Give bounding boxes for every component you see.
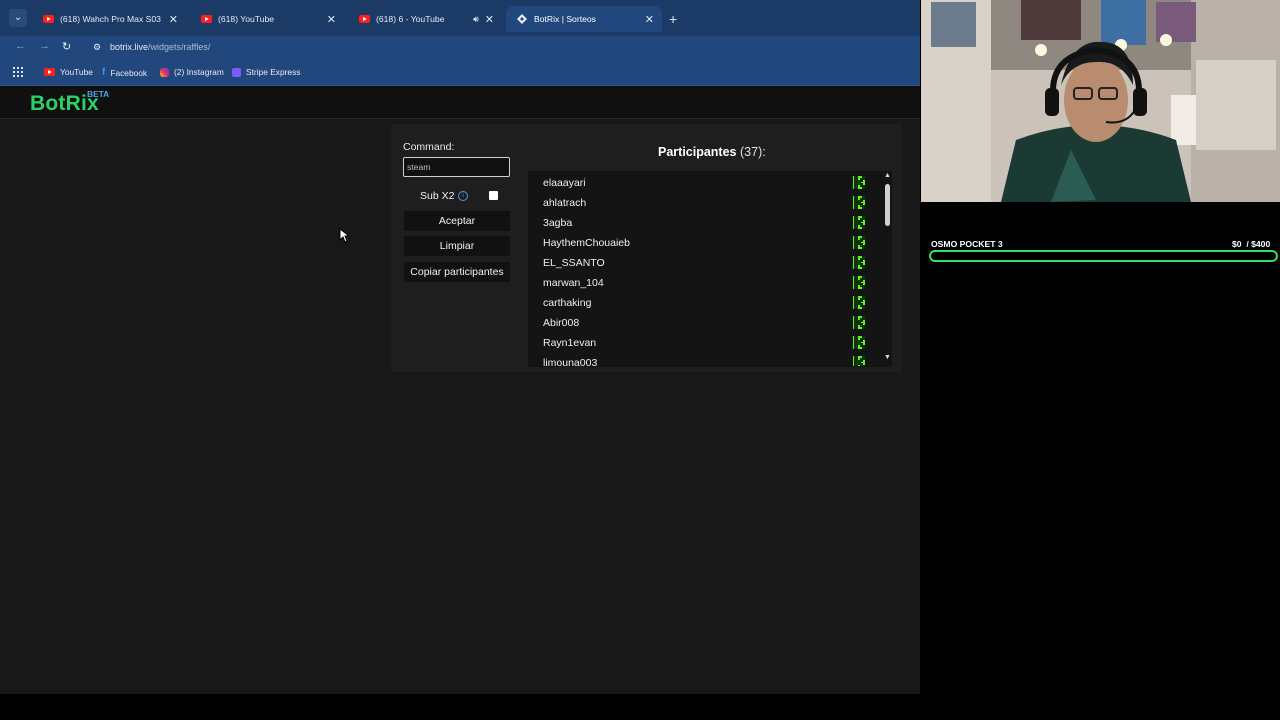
bookmark-label: Facebook: [110, 67, 148, 78]
bookmark-label: Stripe Express: [246, 67, 301, 77]
participants-heading: Participantes (37):: [658, 145, 766, 159]
sub-x2-checkbox[interactable]: [489, 191, 498, 200]
participant-name: limouna003: [543, 357, 598, 367]
close-icon[interactable]: ✕: [485, 13, 494, 26]
youtube-icon: [200, 13, 212, 25]
tab-search-button[interactable]: ⌄: [9, 9, 27, 27]
back-icon[interactable]: ←: [15, 40, 26, 52]
tab-youtube-6[interactable]: (618) 6 - YouTube 🔊︎ ✕: [348, 6, 502, 32]
participant-name: Rayn1evan: [543, 337, 597, 349]
participant-name: ahlatrach: [543, 197, 587, 209]
bookmark-facebook[interactable]: f Facebook: [102, 67, 147, 78]
participants-title: Participantes: [658, 145, 737, 159]
kick-icon: [853, 356, 865, 366]
address-bar[interactable]: botrix.live/widgets/raffles/: [110, 42, 210, 52]
kick-icon: [853, 276, 865, 289]
reload-icon[interactable]: ↻: [62, 40, 71, 53]
tab-title: (618) YouTube: [218, 14, 275, 24]
url-path: /widgets/raffles/: [148, 42, 211, 52]
new-tab-button[interactable]: +: [669, 11, 677, 27]
kick-icon: [853, 296, 865, 309]
bookmark-label: YouTube: [60, 67, 93, 77]
kick-icon: [853, 336, 865, 349]
participant-name: Abir008: [543, 317, 580, 329]
kick-icon: [853, 316, 865, 329]
browser-toolbar: ← → ↻ ⚙︎ botrix.live/widgets/raffles/: [0, 36, 920, 60]
tab-botrix-sorteos[interactable]: BotRix | Sorteos ✕: [506, 6, 662, 32]
command-input[interactable]: [403, 157, 510, 177]
beta-badge: BETA: [87, 89, 110, 99]
facebook-icon: f: [102, 67, 106, 78]
kick-icon: [853, 236, 865, 249]
bookmark-youtube[interactable]: YouTube: [44, 67, 93, 77]
tab-strip: ⌄ (618) Wahch Pro Max S03 Episo ✕ (618) …: [0, 0, 920, 36]
scroll-down-arrow[interactable]: ▼: [884, 354, 891, 361]
botrix-icon: [516, 13, 528, 25]
goal-title: OSMO POCKET 3: [931, 239, 1003, 249]
tab-title: (618) 6 - YouTube: [376, 14, 445, 24]
accept-button[interactable]: Aceptar: [404, 211, 510, 231]
participant-name: 3agba: [543, 217, 573, 229]
kick-icon: [853, 196, 865, 209]
kick-icon: [853, 256, 865, 269]
instagram-icon: [160, 67, 169, 77]
close-icon[interactable]: ✕: [169, 13, 178, 26]
info-icon[interactable]: i: [458, 191, 468, 201]
youtube-icon: [42, 13, 54, 25]
scroll-up-arrow[interactable]: ▲: [884, 172, 891, 179]
bookmarks-bar: YouTube f Facebook (2) Instagram Stripe …: [0, 60, 920, 86]
sub-x2-label: Sub X2: [420, 190, 455, 202]
forward-icon[interactable]: →: [39, 40, 50, 52]
copy-participants-button[interactable]: Copiar participantes: [404, 262, 510, 282]
tab-youtube-wahch[interactable]: (618) Wahch Pro Max S03 Episo ✕: [32, 6, 186, 32]
youtube-icon: [44, 68, 55, 76]
apps-grid-icon[interactable]: [13, 67, 23, 77]
tab-title: (618) Wahch Pro Max S03 Episo: [60, 14, 163, 24]
kick-icon: [853, 176, 865, 189]
speaker-icon[interactable]: 🔊︎: [473, 14, 479, 25]
close-icon[interactable]: ✕: [327, 13, 336, 26]
tab-youtube-home[interactable]: (618) YouTube ✕: [190, 6, 344, 32]
clear-button[interactable]: Limpiar: [404, 236, 510, 256]
participant-name: carthaking: [543, 297, 592, 309]
site-settings-icon[interactable]: ⚙︎: [93, 42, 101, 53]
command-label: Command:: [403, 141, 455, 153]
participant-name: EL_SSANTO: [543, 257, 605, 269]
webcam-feed: [921, 0, 1280, 202]
goal-progress-bar: [929, 250, 1278, 262]
kick-icon: [853, 216, 865, 229]
bookmark-instagram[interactable]: (2) Instagram: [160, 67, 224, 77]
participant-name: marwan_104: [543, 277, 604, 289]
tab-title: BotRix | Sorteos: [534, 14, 596, 24]
goal-amount: $0 / $400: [1232, 239, 1271, 249]
bookmark-label: (2) Instagram: [174, 67, 224, 77]
site-header: [0, 86, 920, 119]
scrollbar-thumb[interactable]: [885, 184, 890, 226]
url-host: botrix.live: [110, 42, 149, 52]
participant-name: HaythemChouaieb: [543, 237, 630, 249]
stripe-icon: [232, 67, 241, 77]
participants-count: (37):: [740, 145, 766, 159]
mouse-cursor-icon: [339, 228, 349, 243]
bookmark-stripe[interactable]: Stripe Express: [232, 67, 300, 77]
close-icon[interactable]: ✕: [645, 13, 654, 26]
youtube-icon: [358, 13, 370, 25]
participant-name: elaaayari: [543, 177, 586, 189]
